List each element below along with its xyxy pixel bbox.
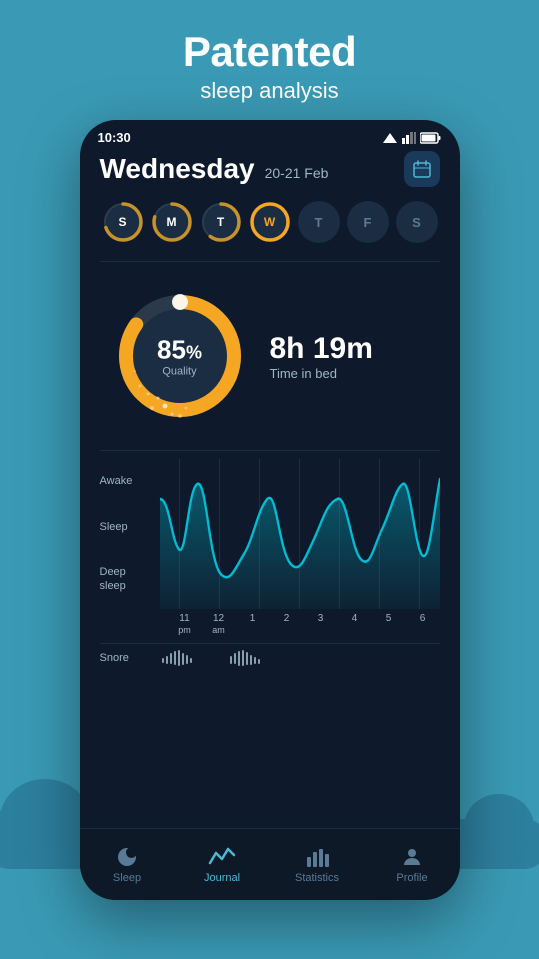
day-label: T: [217, 215, 224, 229]
quality-percent: 85%: [157, 335, 202, 366]
statistics-icon: [305, 845, 329, 869]
time-axis: 11pm 12am 1 2 3 4 5 6: [100, 613, 440, 637]
day-title: Wednesday 20-21 Feb: [100, 153, 329, 185]
day-T-2[interactable]: T: [298, 201, 340, 243]
nav-profile-label: Profile: [396, 872, 427, 884]
day-S-1[interactable]: S: [102, 201, 144, 243]
status-icons: [382, 132, 442, 144]
day-T-1[interactable]: T: [200, 201, 242, 243]
label-awake: Awake: [100, 475, 152, 488]
week-days-row: S M T: [100, 201, 440, 243]
time-label: Time in bed: [270, 366, 373, 381]
nav-journal-label: Journal: [204, 872, 240, 884]
snore-row: Snore: [100, 643, 440, 668]
hero-title: Patented: [0, 28, 539, 76]
day-label: M: [167, 215, 177, 229]
chart-graph: [160, 459, 440, 609]
donut-center: 85% Quality: [157, 335, 202, 378]
time-tick-5: 5: [372, 613, 406, 637]
time-tick-3: 3: [304, 613, 338, 637]
chart-area: Awake Sleep Deepsleep: [100, 459, 440, 609]
time-tick-2: 2: [270, 613, 304, 637]
phone-frame: 10:30 Wednesday 20-21 Feb: [80, 120, 460, 900]
donut-chart: 85% Quality: [110, 286, 250, 426]
quality-label: Quality: [157, 366, 202, 378]
sleep-wave: [160, 459, 440, 609]
battery-icon: [420, 132, 442, 144]
day-label: S: [118, 215, 126, 229]
day-date: 20-21 Feb: [265, 165, 329, 181]
time-tick-11: 11pm: [168, 613, 202, 637]
nav-journal[interactable]: Journal: [175, 829, 270, 900]
day-M[interactable]: M: [151, 201, 193, 243]
day-header: Wednesday 20-21 Feb: [100, 151, 440, 187]
time-display: 10:30: [98, 130, 131, 145]
nav-statistics-label: Statistics: [295, 872, 339, 884]
journal-icon: [208, 845, 236, 869]
time-tick-1: 1: [236, 613, 270, 637]
sleep-chart: Awake Sleep Deepsleep: [100, 459, 440, 668]
time-tick-6: 6: [406, 613, 440, 637]
divider-1: [100, 261, 440, 262]
chart-y-labels: Awake Sleep Deepsleep: [100, 459, 160, 609]
sleep-icon: [115, 845, 139, 869]
time-value: 8h 19m: [270, 332, 373, 366]
quality-card: 85% Quality 8h 19m Time in bed: [100, 270, 440, 442]
nav-sleep[interactable]: Sleep: [80, 829, 175, 900]
bottom-nav: Sleep Journal Statistics Profile: [80, 828, 460, 900]
time-tick-12: 12am: [202, 613, 236, 637]
day-label: W: [264, 215, 275, 229]
profile-icon: [400, 845, 424, 869]
day-S-2[interactable]: S: [396, 201, 438, 243]
signal-icon: [402, 132, 416, 144]
hero-section: Patented sleep analysis: [0, 0, 539, 104]
day-F[interactable]: F: [347, 201, 389, 243]
label-deep-sleep: Deepsleep: [100, 566, 152, 592]
time-tick-4: 4: [338, 613, 372, 637]
calendar-button[interactable]: [404, 151, 440, 187]
divider-2: [100, 450, 440, 451]
nav-sleep-label: Sleep: [113, 872, 141, 884]
hero-subtitle: sleep analysis: [0, 78, 539, 104]
day-name: Wednesday: [100, 153, 255, 185]
time-in-bed: 8h 19m Time in bed: [270, 332, 373, 381]
wifi-icon: [382, 132, 398, 144]
screen-content: Wednesday 20-21 Feb S: [80, 151, 460, 668]
calendar-icon: [412, 159, 432, 179]
snore-label: Snore: [100, 652, 160, 664]
status-bar: 10:30: [80, 120, 460, 151]
nav-profile[interactable]: Profile: [365, 829, 460, 900]
label-sleep: Sleep: [100, 521, 152, 534]
nav-statistics[interactable]: Statistics: [270, 829, 365, 900]
day-W[interactable]: W: [249, 201, 291, 243]
snore-bars: [160, 648, 380, 668]
